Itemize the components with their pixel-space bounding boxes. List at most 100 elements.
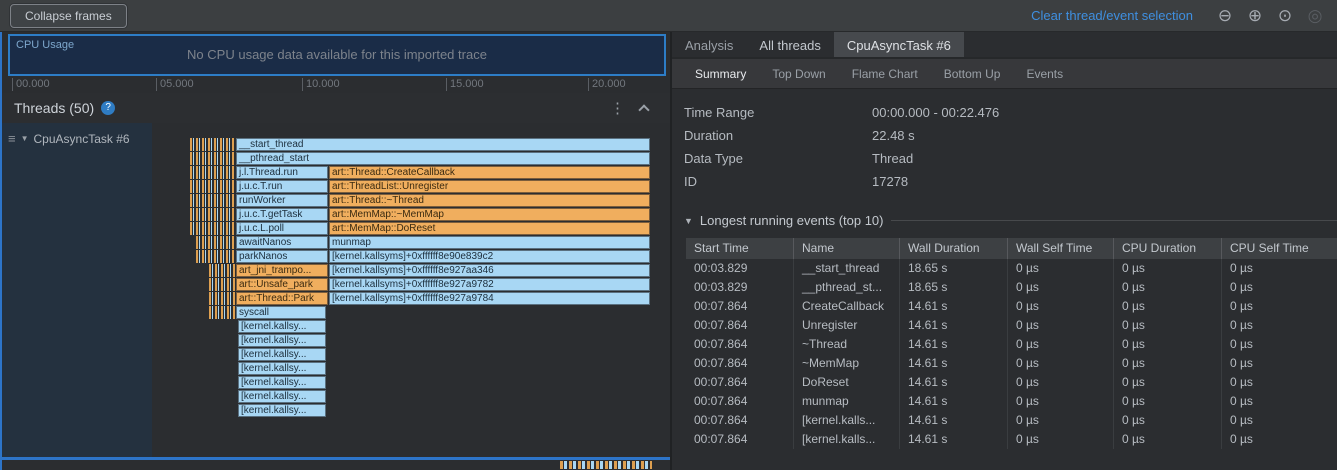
event-cell: Unregister <box>794 316 900 335</box>
flame-bar[interactable]: [kernel.kallsy... <box>238 362 326 375</box>
zoom-to-selection-icon[interactable]: ◎ <box>1303 4 1327 28</box>
zoom-in-icon[interactable]: ⊕ <box>1243 4 1267 28</box>
flame-bar[interactable]: [kernel.kallsy... <box>238 390 326 403</box>
event-cell: munmap <box>794 392 900 411</box>
flame-bar[interactable]: art::Unsafe_park <box>236 278 328 291</box>
tab-flame-chart[interactable]: Flame Chart <box>839 67 931 81</box>
event-cell: 14.61 s <box>900 297 1008 316</box>
flame-micro-calls[interactable] <box>209 278 235 291</box>
flame-micro-calls[interactable] <box>196 250 235 263</box>
flame-bar[interactable]: [kernel.kallsyms]+0xffffff8e927aa346 <box>329 264 650 277</box>
event-row[interactable]: 00:07.864[kernel.kalls...14.61 s0 µs0 µs… <box>686 430 1337 449</box>
reset-zoom-icon[interactable]: ⊙ <box>1273 4 1297 28</box>
event-row[interactable]: 00:03.829__pthread_st...18.65 s0 µs0 µs0… <box>686 278 1337 297</box>
flame-bar[interactable]: art::Thread::Park <box>236 292 328 305</box>
flame-row: __pthread_start <box>152 152 670 166</box>
flame-micro-calls[interactable] <box>190 194 235 207</box>
flame-bar[interactable]: art::MemMap::~MemMap <box>329 208 650 221</box>
flame-bar[interactable]: art::ThreadList::Unregister <box>329 180 650 193</box>
cpu-usage-track[interactable]: CPU Usage No CPU usage data available fo… <box>8 34 666 76</box>
zoom-out-icon[interactable]: ⊖ <box>1213 4 1237 28</box>
help-icon[interactable]: ? <box>101 101 115 115</box>
event-row[interactable]: 00:07.864[kernel.kalls...14.61 s0 µs0 µs… <box>686 411 1337 430</box>
event-row[interactable]: 00:03.829__start_thread18.65 s0 µs0 µs0 … <box>686 259 1337 278</box>
flame-micro-calls[interactable] <box>190 138 235 151</box>
tab-cpuasynctask[interactable]: CpuAsyncTask #6 <box>834 32 964 57</box>
flame-bar[interactable]: [kernel.kallsyms]+0xffffff8e927a9784 <box>329 292 650 305</box>
next-track-preview <box>2 460 670 470</box>
tab-top-down[interactable]: Top Down <box>759 67 838 81</box>
flame-bar[interactable]: __pthread_start <box>236 152 650 165</box>
flame-bar[interactable]: j.u.c.T.getTask <box>236 208 328 221</box>
tab-events[interactable]: Events <box>1013 67 1076 81</box>
timeline-axis[interactable]: 00.000 05.000 10.000 15.000 20.000 <box>8 77 666 93</box>
thread-row[interactable]: ≡ ▼ CpuAsyncTask #6 <box>2 123 152 154</box>
event-row[interactable]: 00:07.864CreateCallback14.61 s0 µs0 µs0 … <box>686 297 1337 316</box>
clear-selection-link[interactable]: Clear thread/event selection <box>1031 8 1193 23</box>
column-header-start-time[interactable]: Start Time <box>686 238 794 259</box>
flame-bar[interactable]: awaitNanos <box>236 236 328 249</box>
flame-micro-calls[interactable] <box>196 236 235 249</box>
event-row[interactable]: 00:07.864~Thread14.61 s0 µs0 µs0 µs <box>686 335 1337 354</box>
event-cell: __pthread_st... <box>794 278 900 297</box>
flame-micro-calls[interactable] <box>190 180 235 193</box>
column-header-wall-self-time[interactable]: Wall Self Time <box>1008 238 1114 259</box>
event-row[interactable]: 00:07.864Unregister14.61 s0 µs0 µs0 µs <box>686 316 1337 335</box>
flame-bar[interactable]: art::MemMap::DoReset <box>329 222 650 235</box>
event-cell: 00:07.864 <box>686 316 794 335</box>
flame-bar[interactable]: [kernel.kallsy... <box>238 320 326 333</box>
tab-bottom-up[interactable]: Bottom Up <box>931 67 1014 81</box>
flame-bar[interactable]: j.u.c.T.run <box>236 180 328 193</box>
flame-bar[interactable]: [kernel.kallsy... <box>238 348 326 361</box>
thread-list: ≡ ▼ CpuAsyncTask #6 <box>2 123 152 457</box>
flame-row: [kernel.kallsy... <box>152 362 670 376</box>
column-header-cpu-self-time[interactable]: CPU Self Time <box>1222 238 1337 259</box>
flame-micro-calls[interactable] <box>190 222 235 235</box>
event-row[interactable]: 00:07.864~MemMap14.61 s0 µs0 µs0 µs <box>686 354 1337 373</box>
event-cell: 0 µs <box>1008 316 1114 335</box>
summary-label: ID <box>684 174 872 189</box>
collapse-panel-icon[interactable] <box>638 104 649 115</box>
column-header-wall-duration[interactable]: Wall Duration <box>900 238 1008 259</box>
event-row[interactable]: 00:07.864DoReset14.61 s0 µs0 µs0 µs <box>686 373 1337 392</box>
collapse-frames-button[interactable]: Collapse frames <box>10 4 127 28</box>
analysis-tabs: Analysis All threads CpuAsyncTask #6 <box>672 32 1337 59</box>
flame-micro-calls[interactable] <box>209 292 235 305</box>
flame-bar[interactable]: runWorker <box>236 194 328 207</box>
flame-bar[interactable]: art::Thread::~Thread <box>329 194 650 207</box>
event-cell: 0 µs <box>1222 297 1337 316</box>
flame-bar[interactable]: [kernel.kallsy... <box>238 404 326 417</box>
flame-micro-calls[interactable] <box>190 208 235 221</box>
flame-bar[interactable]: [kernel.kallsy... <box>238 376 326 389</box>
event-cell: __start_thread <box>794 259 900 278</box>
flame-micro-calls[interactable] <box>209 264 235 277</box>
event-row[interactable]: 00:07.864munmap14.61 s0 µs0 µs0 µs <box>686 392 1337 411</box>
flame-bar[interactable]: j.l.Thread.run <box>236 166 328 179</box>
collapse-arrow-icon[interactable]: ▼ <box>684 216 693 226</box>
flame-bar[interactable]: parkNanos <box>236 250 328 263</box>
flame-micro-calls[interactable] <box>209 306 235 319</box>
drag-handle-icon[interactable]: ≡ <box>8 131 16 146</box>
flame-micro-calls[interactable] <box>190 152 235 165</box>
flame-bar[interactable]: [kernel.kallsyms]+0xffffff8e90e839c2 <box>329 250 650 263</box>
flame-bar[interactable]: [kernel.kallsyms]+0xffffff8e927a9782 <box>329 278 650 291</box>
flame-bar[interactable]: art_jni_trampo... <box>236 264 328 277</box>
tab-summary[interactable]: Summary <box>682 67 759 81</box>
tab-all-threads[interactable]: All threads <box>746 32 833 57</box>
column-header-cpu-duration[interactable]: CPU Duration <box>1114 238 1222 259</box>
event-cell: 0 µs <box>1114 392 1222 411</box>
flame-bar[interactable]: syscall <box>236 306 326 319</box>
event-cell: [kernel.kalls... <box>794 411 900 430</box>
flame-bar[interactable]: __start_thread <box>236 138 650 151</box>
analysis-subtabs: Summary Top Down Flame Chart Bottom Up E… <box>672 59 1337 89</box>
flame-micro-calls[interactable] <box>190 166 235 179</box>
expand-arrow-icon[interactable]: ▼ <box>21 134 29 143</box>
more-options-icon[interactable]: ⋮ <box>601 99 634 117</box>
flame-bar[interactable]: j.u.c.L.poll <box>236 222 328 235</box>
flame-bar[interactable]: art::Thread::CreateCallback <box>329 166 650 179</box>
clipped-flame-bars[interactable] <box>560 461 652 469</box>
flame-bar[interactable]: munmap <box>329 236 650 249</box>
tab-analysis[interactable]: Analysis <box>672 32 746 57</box>
column-header-name[interactable]: Name <box>794 238 900 259</box>
flame-bar[interactable]: [kernel.kallsy... <box>238 334 326 347</box>
